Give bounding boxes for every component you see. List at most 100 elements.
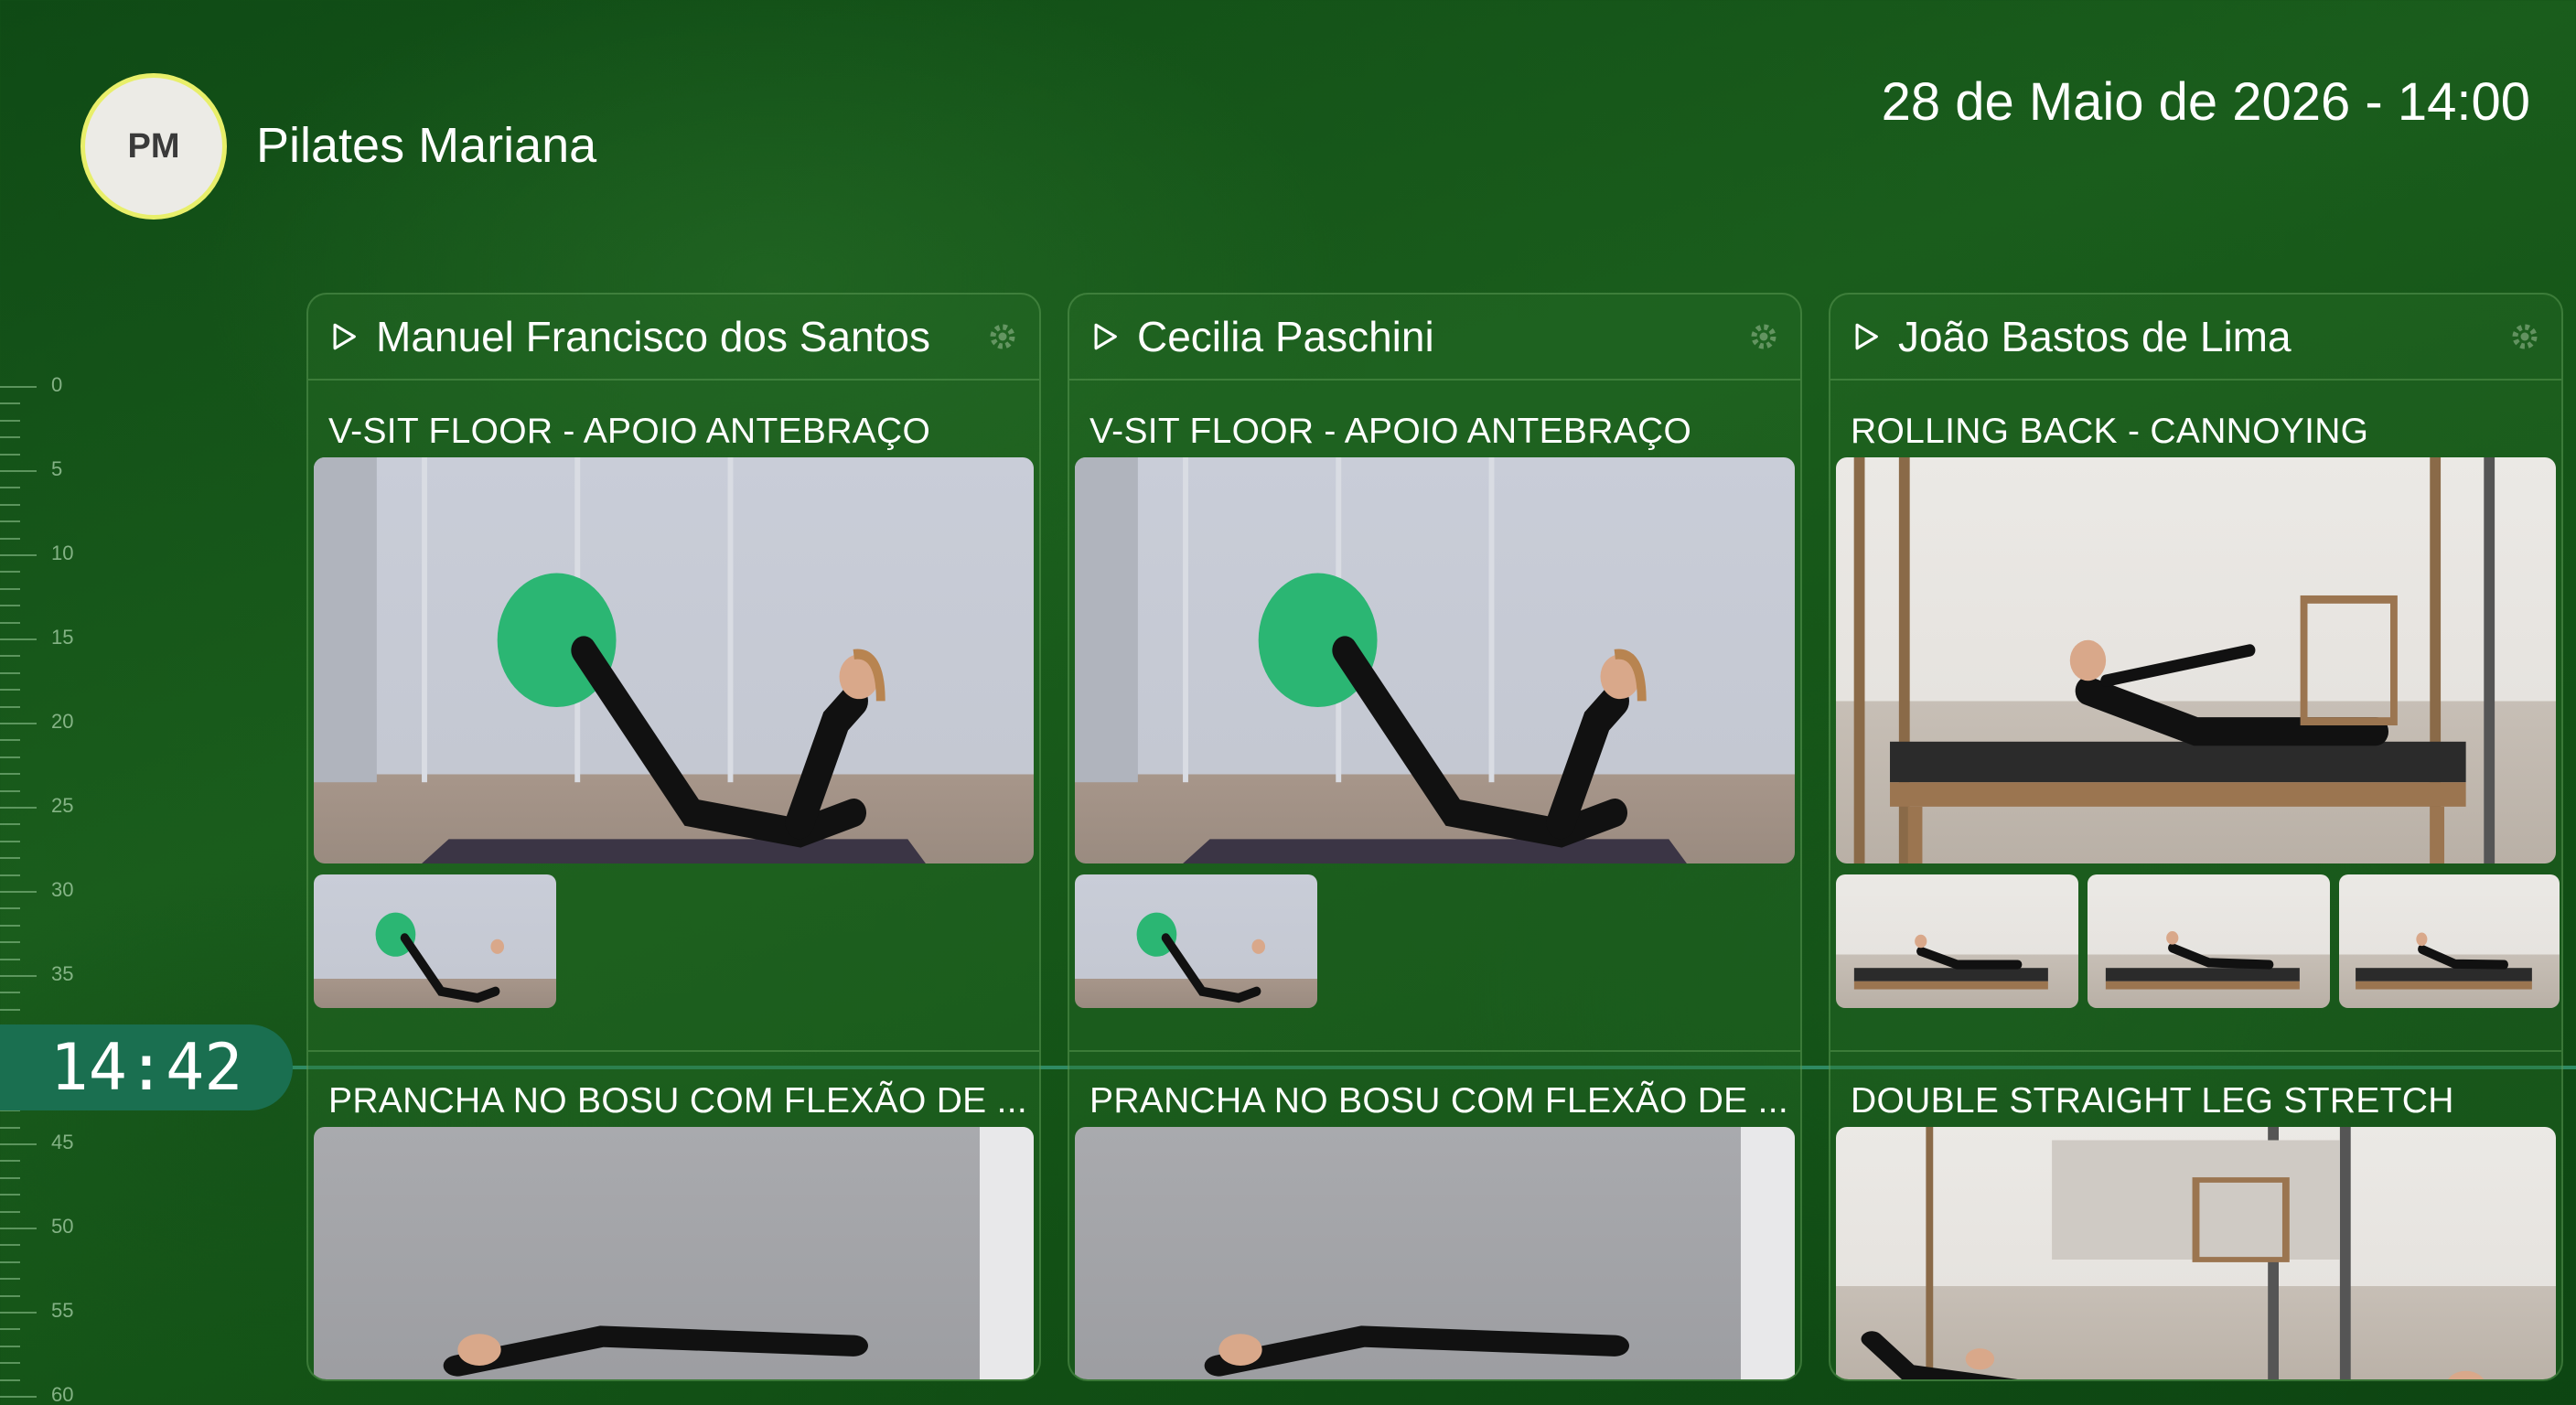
ruler-tick-label: 55 — [51, 1299, 74, 1322]
ruler-minor-tick — [0, 1362, 20, 1365]
ruler-major-tick — [0, 1396, 37, 1398]
ruler-major-tick — [0, 1312, 37, 1314]
ruler-minor-tick — [0, 924, 20, 927]
client-header: Manuel Francisco dos Santos — [308, 295, 1039, 381]
client-name: Manuel Francisco dos Santos — [376, 313, 930, 360]
ruler-major-tick — [0, 891, 37, 893]
cadillac-illustration — [1853, 457, 2496, 863]
ruler-tick-label: 35 — [51, 962, 74, 985]
ruler-minor-tick — [0, 1328, 20, 1331]
ruler-minor-tick — [0, 907, 20, 910]
ruler-minor-tick — [0, 874, 20, 876]
ruler-tick-label: 30 — [51, 878, 74, 901]
thumbnail-illustration — [2356, 932, 2532, 990]
ruler-minor-tick — [0, 1294, 20, 1297]
cadillac-illustration — [1861, 1127, 2485, 1379]
exercise-thumbnail[interactable] — [2088, 874, 2330, 1008]
exercise-card[interactable]: V-SIT FLOOR - APOIO ANTEBRAÇO — [308, 382, 1039, 1008]
gear-icon[interactable] — [986, 320, 1019, 353]
exercise-video[interactable] — [1075, 1127, 1795, 1379]
ruler-minor-tick — [0, 1260, 20, 1263]
ruler-minor-tick — [0, 621, 20, 624]
ruler-major-tick — [0, 638, 37, 640]
ruler-minor-tick — [0, 436, 20, 439]
ruler-minor-tick — [0, 1126, 20, 1129]
ruler-minor-tick — [0, 671, 20, 674]
ruler-minor-tick — [0, 1345, 20, 1347]
exercise-title: DOUBLE STRAIGHT LEG STRETCH — [1851, 1081, 2454, 1121]
ruler-minor-tick — [0, 537, 20, 540]
ruler-minor-tick — [0, 705, 20, 708]
thumbnail-illustration — [2105, 931, 2300, 990]
ruler-minor-tick — [0, 1194, 20, 1196]
ruler-major-tick — [0, 470, 37, 472]
ruler-tick-label: 25 — [51, 794, 74, 817]
ruler-minor-tick — [0, 655, 20, 658]
ruler-minor-tick — [0, 789, 20, 792]
studio-logo: PM — [80, 73, 227, 220]
ruler-minor-tick — [0, 1278, 20, 1281]
timeline-ruler: 0 5 10 15 20 25 30 35 45 50 55 60 — [0, 348, 110, 1405]
exercise-card[interactable]: DOUBLE STRAIGHT LEG STRETCH — [1830, 1052, 2561, 1379]
thumbnail-illustration — [375, 912, 505, 1003]
ruler-major-tick — [0, 975, 37, 977]
gear-icon[interactable] — [2508, 320, 2541, 353]
exercise-thumbnail[interactable] — [1836, 874, 2078, 1008]
ruler-minor-tick — [0, 992, 20, 994]
ruler-tick-label: 5 — [51, 457, 63, 480]
play-icon[interactable] — [1089, 321, 1121, 352]
exercise-video[interactable] — [314, 457, 1034, 863]
ruler-major-tick — [0, 554, 37, 556]
exercise-title: V-SIT FLOOR - APOIO ANTEBRAÇO — [1089, 412, 1692, 451]
client-column: Manuel Francisco dos Santos V-SIT FLOOR … — [306, 293, 1041, 1381]
ruler-minor-tick — [0, 857, 20, 860]
ruler-minor-tick — [0, 756, 20, 758]
current-time-label: 14:42 — [49, 1030, 243, 1105]
vsit-illustration — [1075, 457, 1687, 863]
play-icon[interactable] — [1851, 321, 1882, 352]
ruler-tick-label: 60 — [51, 1383, 74, 1405]
ruler-minor-tick — [0, 1008, 20, 1011]
ruler-minor-tick — [0, 453, 20, 456]
gear-icon[interactable] — [1747, 320, 1780, 353]
exercise-title: V-SIT FLOOR - APOIO ANTEBRAÇO — [328, 412, 931, 451]
exercise-video[interactable] — [1836, 457, 2556, 863]
exercise-video[interactable] — [1075, 457, 1795, 863]
ruler-minor-tick — [0, 1176, 20, 1179]
ruler-minor-tick — [0, 1160, 20, 1163]
thumbnail-illustration — [1136, 912, 1266, 1003]
exercise-card[interactable]: ROLLING BACK - CANNOYING — [1830, 382, 2561, 1008]
ruler-minor-tick — [0, 402, 20, 405]
ruler-major-tick — [0, 386, 37, 388]
ruler-minor-tick — [0, 1244, 20, 1247]
client-column: Cecilia Paschini V-SIT FLOOR - APOIO ANT… — [1068, 293, 1802, 1381]
ruler-minor-tick — [0, 773, 20, 776]
ruler-minor-tick — [0, 419, 20, 422]
exercise-thumbnail[interactable] — [314, 874, 556, 1008]
ruler-minor-tick — [0, 1378, 20, 1381]
thumbnail-illustration — [1853, 934, 2048, 990]
ruler-major-tick — [0, 1143, 37, 1145]
client-header: João Bastos de Lima — [1830, 295, 2561, 381]
ruler-tick-label: 15 — [51, 626, 74, 649]
ruler-tick-label: 50 — [51, 1215, 74, 1238]
exercise-video[interactable] — [314, 1127, 1034, 1379]
ruler-minor-tick — [0, 958, 20, 960]
ruler-minor-tick — [0, 487, 20, 489]
ruler-minor-tick — [0, 587, 20, 590]
exercise-video[interactable] — [1836, 1127, 2556, 1379]
ruler-minor-tick — [0, 571, 20, 574]
current-time-badge: 14:42 — [0, 1024, 293, 1110]
ruler-tick-label: 20 — [51, 710, 74, 733]
ruler-minor-tick — [0, 1210, 20, 1213]
client-column: João Bastos de Lima ROLLING BACK - CANNO… — [1829, 293, 2563, 1381]
play-icon[interactable] — [328, 321, 360, 352]
ruler-minor-tick — [0, 503, 20, 506]
ruler-major-tick — [0, 723, 37, 724]
exercise-card[interactable]: PRANCHA NO BOSU COM FLEXÃO DE ... — [1069, 1052, 1800, 1379]
exercise-card[interactable]: V-SIT FLOOR - APOIO ANTEBRAÇO — [1069, 382, 1800, 1008]
exercise-thumbnail[interactable] — [2339, 874, 2560, 1008]
exercise-thumbnail[interactable] — [1075, 874, 1317, 1008]
exercise-card[interactable]: PRANCHA NO BOSU COM FLEXÃO DE ... — [308, 1052, 1039, 1379]
client-name: Cecilia Paschini — [1137, 313, 1434, 360]
